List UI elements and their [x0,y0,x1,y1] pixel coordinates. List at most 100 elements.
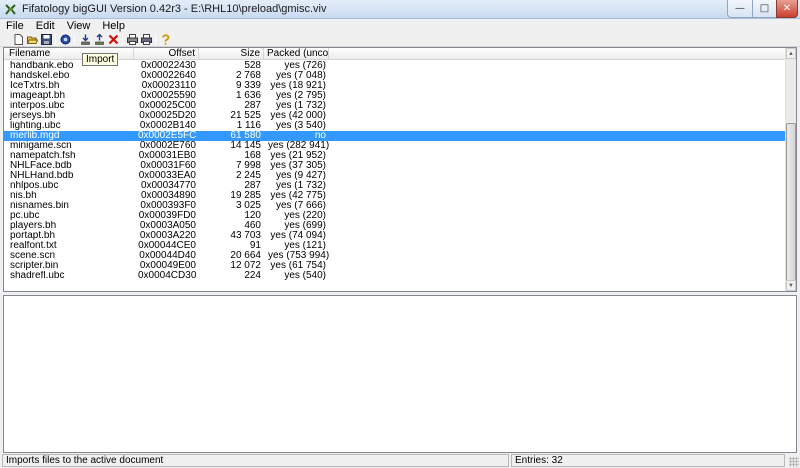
maximize-button[interactable]: □ [752,0,777,18]
column-header-size[interactable]: Size [199,48,264,60]
properties-icon [60,34,71,45]
title-bar[interactable]: Fifatology bigGUI Version 0.42r3 - E:\RH… [0,0,800,19]
delete-icon [108,34,119,45]
table-row[interactable]: merlib.mgd 0x0002E5FC 61 580 no [4,131,787,141]
table-row[interactable]: minigame.scn 0x0002E760 14 145 yes (282 941… [4,141,787,151]
cell-size: 287 [244,181,261,191]
table-row[interactable]: scripter.bin 0x00049E00 12 072 yes (61 754) [4,261,787,271]
cell-offset: 0x00034890 [140,191,196,201]
toolbar [0,33,800,47]
cell-offset: 0x0002E760 [139,141,196,151]
cell-packed: yes (42 000) [270,111,326,121]
print-preview-button[interactable] [140,33,153,46]
cell-offset: 0x00022430 [140,61,196,71]
cell-packed: yes (37 305) [270,161,326,171]
file-list[interactable]: Filename Offset Size Packed (unco... han… [3,47,797,292]
table-row[interactable]: portapt.bh 0x0003A220 43 703 yes (74 094) [4,231,787,241]
print-button[interactable] [126,33,139,46]
menu-bar: File Edit View Help [0,19,800,33]
cell-filename: players.bh [10,221,57,231]
cell-packed: yes (753 994) [268,251,329,261]
cell-filename: interpos.ubc [10,101,65,111]
table-row[interactable]: nisnames.bin 0x000393F0 3 025 yes (7 666) [4,201,787,211]
menu-help[interactable]: Help [96,19,131,33]
table-row[interactable]: realfont.txt 0x00044CE0 91 yes (121) [4,241,787,251]
window-title: Fifatology bigGUI Version 0.42r3 - E:\RH… [22,3,327,15]
minimize-button[interactable]: — [727,0,753,18]
toolbar-separator [155,34,156,45]
cell-offset: 0x00039FD0 [138,211,196,221]
table-row[interactable]: scene.scn 0x00044D40 20 664 yes (753 994) [4,251,787,261]
menu-view[interactable]: View [61,19,97,33]
column-header-packed[interactable]: Packed (unco... [264,48,329,60]
open-button[interactable] [26,33,39,46]
cell-packed: yes (282 941) [268,141,329,151]
vertical-scrollbar[interactable]: ▲ ▼ [785,48,796,291]
close-button[interactable]: ✕ [776,0,798,18]
cell-size: 14 145 [230,141,261,151]
column-header-offset[interactable]: Offset [134,48,199,60]
properties-button[interactable] [59,33,72,46]
help-button[interactable] [159,33,172,46]
cell-offset: 0x00034770 [140,181,196,191]
menu-edit[interactable]: Edit [30,19,61,33]
cell-filename: handskel.ebo [10,71,70,81]
table-row[interactable]: pc.ubc 0x00039FD0 120 yes (220) [4,211,787,221]
table-row[interactable]: IceTxtrs.bh 0x00023110 9 339 yes (18 921) [4,81,787,91]
cell-filename: NHLHand.bdb [10,171,74,181]
log-pane [3,295,797,453]
table-row[interactable]: players.bh 0x0003A050 460 yes (699) [4,221,787,231]
cell-size: 168 [244,151,261,161]
print-preview-icon [141,34,152,45]
cell-packed: yes (699) [284,221,326,231]
cell-packed: yes (1 732) [275,181,326,191]
cell-packed: yes (121) [284,241,326,251]
cell-offset: 0x00033EA0 [138,171,196,181]
cell-offset: 0x00031F60 [140,161,196,171]
table-row[interactable]: shadrefl.ubc 0x0004CD30 224 yes (540) [4,271,787,281]
delete-button[interactable] [107,33,120,46]
save-button[interactable] [40,33,53,46]
table-row[interactable]: namepatch.fsh 0x00031EB0 168 yes (21 952) [4,151,787,161]
cell-size: 91 [249,241,261,251]
new-button[interactable] [12,33,25,46]
cell-offset: 0x00022640 [140,71,196,81]
scroll-up-icon[interactable]: ▲ [786,48,796,59]
scroll-thumb[interactable] [786,123,796,290]
import-button[interactable] [79,33,92,46]
cell-packed: no [314,131,326,141]
scroll-down-icon[interactable]: ▼ [786,280,796,291]
cell-size: 2 245 [235,171,261,181]
table-row[interactable]: nhlpos.ubc 0x00034770 287 yes (1 732) [4,181,787,191]
table-row[interactable]: nis.bh 0x00034890 19 285 yes (42 775) [4,191,787,201]
cell-packed: yes (9 427) [275,171,326,181]
export-button[interactable] [93,33,106,46]
table-row[interactable]: handskel.ebo 0x00022640 2 768 yes (7 048) [4,71,787,81]
cell-size: 61 580 [230,131,261,141]
table-row[interactable]: jerseys.bh 0x00025D20 21 525 yes (42 000) [4,111,787,121]
menu-file[interactable]: File [0,19,30,33]
table-row[interactable]: imageapt.bh 0x00025590 1 636 yes (2 795) [4,91,787,101]
table-row[interactable]: NHLHand.bdb 0x00033EA0 2 245 yes (9 427) [4,171,787,181]
list-header: Filename Offset Size Packed (unco... [4,48,787,60]
new-icon [14,34,23,45]
cell-packed: yes (21 952) [270,151,326,161]
table-row[interactable]: handbank.ebo 0x00022430 528 yes (726) [4,61,787,71]
resize-grip-icon[interactable] [789,457,799,467]
cell-size: 460 [244,221,261,231]
cell-offset: 0x0002E5FC [138,131,197,141]
cell-size: 528 [244,61,261,71]
cell-size: 9 339 [235,81,261,91]
cell-offset: 0x00023110 [141,81,196,91]
cell-offset: 0x00025C00 [139,101,196,111]
cell-filename: scripter.bin [10,261,59,271]
table-row[interactable]: NHLFace.bdb 0x00031F60 7 998 yes (37 305) [4,161,787,171]
table-row[interactable]: interpos.ubc 0x00025C00 287 yes (1 732) [4,101,787,111]
cell-packed: yes (42 775) [270,191,326,201]
cell-size: 21 525 [230,111,261,121]
cell-filename: lighting.ubc [10,121,61,131]
app-icon [5,4,16,15]
cell-size: 12 072 [230,261,261,271]
table-row[interactable]: lighting.ubc 0x0002B140 1 116 yes (3 540) [4,121,787,131]
cell-packed: yes (726) [284,61,326,71]
